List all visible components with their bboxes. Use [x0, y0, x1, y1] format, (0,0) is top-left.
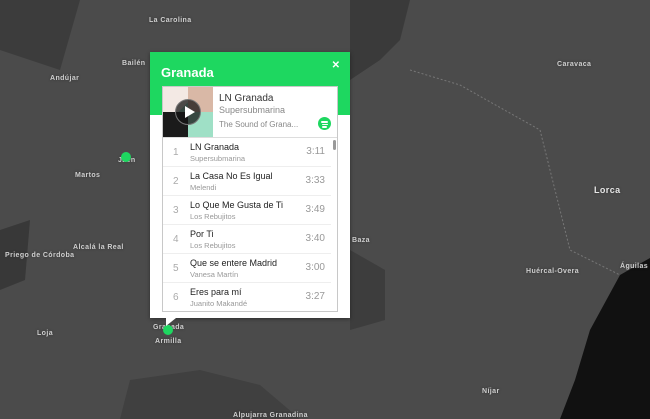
track-number: 6	[173, 292, 179, 303]
track-artist: Los Rebujitos	[190, 212, 236, 221]
popup-pointer	[166, 318, 176, 326]
track-row[interactable]: 1 LN Granada Supersubmarina 3:11	[163, 138, 331, 167]
popup-title: Granada	[161, 65, 214, 80]
map-label: Armilla	[155, 338, 182, 345]
city-marker-jaen[interactable]	[121, 152, 131, 162]
city-marker-granada[interactable]	[163, 325, 173, 335]
map-label: Lorca	[594, 185, 621, 195]
play-icon[interactable]	[175, 99, 201, 125]
map-label: Baza	[352, 237, 370, 244]
track-duration: 3:11	[306, 146, 325, 157]
map-label: Loja	[37, 330, 53, 337]
track-duration: 3:33	[305, 175, 325, 186]
city-popup: Granada ✕ LN Granada Supersubmarina The …	[150, 52, 350, 326]
playlist-description: The Sound of Grana...	[219, 120, 299, 129]
map-label: Huércal-Overa	[526, 268, 580, 275]
map-label: Bailén	[122, 60, 146, 67]
scrollbar[interactable]	[333, 140, 336, 150]
track-title: Que se entere Madrid	[190, 258, 278, 268]
track-row[interactable]: 2 La Casa No Es Igual Melendi 3:33	[163, 167, 331, 196]
track-number: 2	[173, 176, 179, 187]
track-title: Por Ti	[190, 229, 214, 239]
spotify-player: LN Granada Supersubmarina The Sound of G…	[162, 86, 338, 312]
track-row[interactable]: 4 Por Ti Los Rebujitos 3:40	[163, 225, 331, 254]
track-row[interactable]: 5 Que se entere Madrid Vanesa Martín 3:00	[163, 254, 331, 283]
map-label: La Carolina	[149, 17, 192, 24]
track-title: Eres para mí	[190, 287, 242, 297]
track-number: 4	[173, 234, 179, 245]
playlist-name[interactable]: LN Granada	[219, 93, 273, 104]
track-title: LN Granada	[190, 142, 240, 152]
track-title: La Casa No Es Igual	[190, 171, 273, 181]
track-row[interactable]: 6 Eres para mí Juanito Makandé 3:27	[163, 283, 331, 311]
map-label: Caravaca	[557, 61, 592, 68]
map-label: Alpujarra Granadina	[233, 412, 308, 419]
track-duration: 3:00	[305, 262, 325, 273]
playlist-owner[interactable]: Supersubmarina	[219, 105, 285, 115]
spotify-logo-icon[interactable]	[318, 117, 331, 130]
track-artist: Melendi	[190, 183, 217, 192]
track-list: 1 LN Granada Supersubmarina 3:11 2 La Casa No…	[163, 137, 337, 311]
track-number: 3	[173, 205, 179, 216]
track-title: Lo Que Me Gusta de Ti	[190, 200, 284, 210]
track-number: 1	[173, 147, 179, 158]
track-duration: 3:40	[305, 233, 325, 244]
track-row[interactable]: 3 Lo Que Me Gusta de Ti Los Rebujitos 3:49	[163, 196, 331, 225]
track-duration: 3:27	[305, 291, 325, 302]
track-duration: 3:49	[305, 204, 325, 215]
map-label: Martos	[75, 172, 101, 179]
map-label: Níjar	[482, 388, 500, 395]
close-icon[interactable]: ✕	[332, 60, 340, 71]
map-label: Águilas	[620, 263, 649, 270]
track-artist: Juanito Makandé	[190, 299, 248, 308]
track-artist: Vanesa Martín	[190, 270, 239, 279]
map-label: Alcalá la Real	[73, 244, 124, 251]
track-artist: Supersubmarina	[190, 154, 246, 163]
track-number: 5	[173, 263, 179, 274]
map-label: Priego de Córdoba	[5, 252, 75, 259]
map-label: Andújar	[50, 75, 80, 82]
track-artist: Los Rebujitos	[190, 241, 236, 250]
album-art	[163, 87, 213, 137]
